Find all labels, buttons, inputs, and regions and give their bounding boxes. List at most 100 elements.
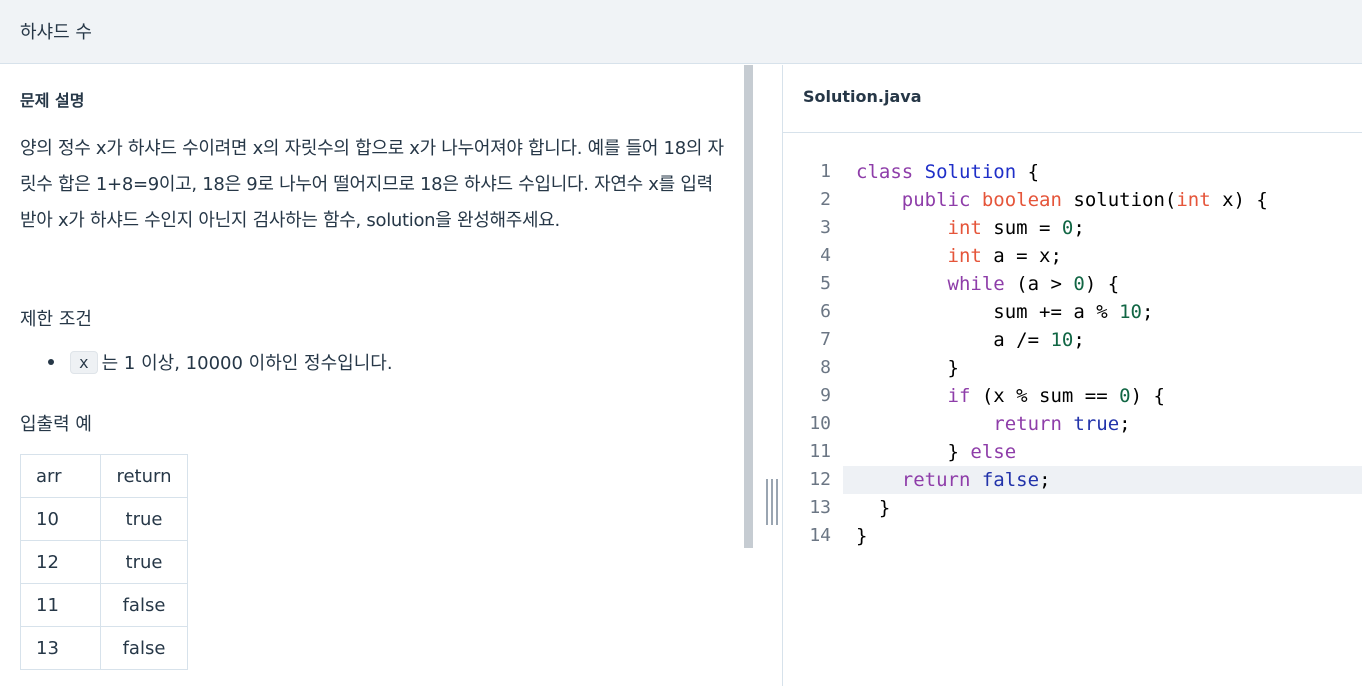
problem-panel: 문제 설명 양의 정수 x가 하샤드 수이려면 x의 자릿수의 합으로 x가 나…: [0, 65, 782, 686]
code-line[interactable]: 12 return false;: [809, 466, 1362, 494]
table-cell-arr: 12: [20, 540, 101, 584]
code-token: a = x;: [981, 245, 1062, 267]
code-token: x) {: [1210, 189, 1268, 211]
code-token: return: [901, 469, 971, 491]
io-title: 입출력 예: [20, 414, 92, 435]
line-number: 6: [820, 301, 831, 322]
constraints-title: 제한 조건: [20, 309, 92, 330]
line-number: 2: [820, 189, 831, 210]
grip-line-icon: [771, 479, 773, 525]
code-line[interactable]: 10 return true;: [783, 410, 1362, 438]
problem-content: 문제 설명 양의 정수 x가 하샤드 수이려면 x의 자릿수의 합으로 x가 나…: [0, 65, 742, 686]
code-line[interactable]: 6 sum += a % 10;: [783, 298, 1362, 326]
code-text: sum += a % 10;: [856, 298, 1153, 326]
code-token: 0: [1073, 273, 1085, 295]
code-token: false: [981, 469, 1040, 491]
split-drag-handle[interactable]: [766, 479, 778, 525]
table-cell-return: false: [100, 583, 188, 627]
code-line[interactable]: 9 if (x % sum == 0) {: [783, 382, 1362, 410]
code-token: }: [856, 357, 959, 379]
line-number: 12: [809, 469, 831, 490]
line-number: 8: [820, 357, 831, 378]
code-token: boolean: [981, 189, 1062, 211]
code-text: return true;: [856, 410, 1131, 438]
line-number: 11: [809, 441, 831, 462]
file-tab-bar: Solution.java: [783, 65, 1362, 133]
table-row: 10 true: [20, 497, 188, 541]
code-token: ;: [1119, 413, 1131, 435]
line-number: 13: [809, 497, 831, 518]
line-number: 9: [820, 385, 831, 406]
file-tab-solution[interactable]: Solution.java: [803, 87, 922, 106]
table-cell-arr: 10: [20, 497, 101, 541]
code-text: }: [856, 354, 959, 382]
code-token: }: [856, 525, 868, 547]
line-number: 1: [820, 161, 831, 182]
code-line[interactable]: 5 while (a > 0) {: [783, 270, 1362, 298]
line-number: 5: [820, 273, 831, 294]
top-bar: 하샤드 수: [0, 0, 1362, 64]
code-text: class Solution {: [856, 158, 1039, 186]
code-token: {: [1016, 161, 1040, 183]
code-token: ) {: [1130, 385, 1165, 407]
code-text: } else: [856, 438, 1017, 466]
code-text: int a = x;: [856, 242, 1062, 270]
constraint-text: 는 1 이상, 10000 이하인 정수입니다.: [101, 353, 393, 374]
line-number: 14: [809, 525, 831, 546]
line-number: 7: [820, 329, 831, 350]
code-token: sum =: [981, 217, 1062, 239]
table-header-return: return: [100, 454, 188, 498]
bullet-icon: [48, 359, 54, 365]
code-token: int: [947, 217, 982, 239]
code-line[interactable]: 13 }: [783, 494, 1362, 522]
code-token: class: [856, 161, 914, 183]
table-cell-arr: 13: [20, 626, 101, 670]
code-token: a /=: [856, 329, 1051, 351]
code-line[interactable]: 1 class Solution {: [783, 158, 1362, 186]
code-token: public: [901, 189, 971, 211]
table-header-row: arr return: [20, 454, 188, 498]
code-token: else: [970, 441, 1017, 463]
code-text: }: [856, 494, 890, 522]
editor-panel: Solution.java 1 class Solution {2 public …: [783, 65, 1362, 686]
problem-title: 하샤드 수: [20, 22, 92, 43]
table-cell-return: false: [100, 626, 188, 670]
io-example-table: arr return 10 true 12 true 11 false 13 f…: [20, 454, 188, 670]
code-line[interactable]: 8 }: [783, 354, 1362, 382]
code-line[interactable]: 11 } else: [783, 438, 1362, 466]
table-row: 11 false: [20, 583, 188, 627]
constraint-code: x: [70, 350, 98, 374]
code-line[interactable]: 3 int sum = 0;: [783, 214, 1362, 242]
code-line[interactable]: 4 int a = x;: [783, 242, 1362, 270]
section-title-description: 문제 설명: [20, 91, 85, 110]
code-line[interactable]: 2 public boolean solution(int x) {: [783, 186, 1362, 214]
problem-scrollbar[interactable]: [744, 65, 753, 548]
table-header-arr: arr: [20, 454, 101, 498]
table-cell-return: true: [100, 540, 188, 584]
code-token: Solution: [924, 161, 1017, 183]
code-token: (x % sum ==: [970, 385, 1120, 407]
code-line[interactable]: 14}: [783, 522, 1362, 550]
code-text: if (x % sum == 0) {: [856, 382, 1165, 410]
code-token: ;: [1142, 301, 1154, 323]
code-line[interactable]: 7 a /= 10;: [783, 326, 1362, 354]
code-token: ) {: [1084, 273, 1120, 295]
table-cell-arr: 11: [20, 583, 101, 627]
constraint-item: x 는 1 이상, 10000 이하인 정수입니다.: [48, 349, 393, 375]
code-token: (a >: [1004, 273, 1074, 295]
code-text: while (a > 0) {: [856, 270, 1120, 298]
code-editor[interactable]: 1 class Solution {2 public boolean soluti…: [783, 158, 1362, 550]
code-token: ;: [1039, 469, 1051, 491]
problem-description: 양의 정수 x가 하샤드 수이려면 x의 자릿수의 합으로 x가 나누어져야 합…: [20, 138, 724, 231]
code-token: }: [856, 441, 971, 463]
code-token: return: [993, 413, 1062, 435]
code-token: while: [947, 273, 1005, 295]
